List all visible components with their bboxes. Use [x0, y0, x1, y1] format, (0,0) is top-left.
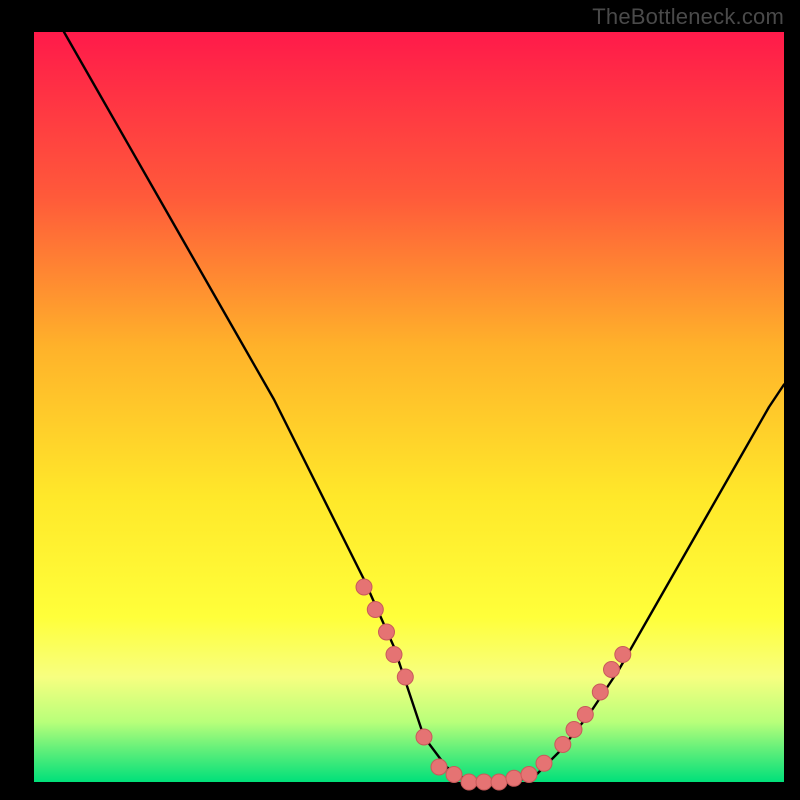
curve-marker: [577, 707, 593, 723]
curve-marker: [566, 722, 582, 738]
curve-marker: [386, 647, 402, 663]
curve-marker: [416, 729, 432, 745]
curve-marker: [356, 579, 372, 595]
curve-marker: [379, 624, 395, 640]
curve-marker: [461, 774, 477, 790]
curve-marker: [592, 684, 608, 700]
curve-marker: [604, 662, 620, 678]
curve-marker: [536, 755, 552, 771]
curve-marker: [521, 767, 537, 783]
curve-marker: [446, 767, 462, 783]
curve-marker: [506, 770, 522, 786]
curve-marker: [491, 774, 507, 790]
watermark-text: TheBottleneck.com: [592, 4, 784, 30]
curve-marker: [615, 647, 631, 663]
curve-marker: [431, 759, 447, 775]
curve-marker: [397, 669, 413, 685]
chart-container: { "watermark": "TheBottleneck.com", "col…: [0, 0, 800, 800]
curve-marker: [555, 737, 571, 753]
curve-marker: [367, 602, 383, 618]
curve-marker: [476, 774, 492, 790]
bottleneck-chart: [0, 0, 800, 800]
